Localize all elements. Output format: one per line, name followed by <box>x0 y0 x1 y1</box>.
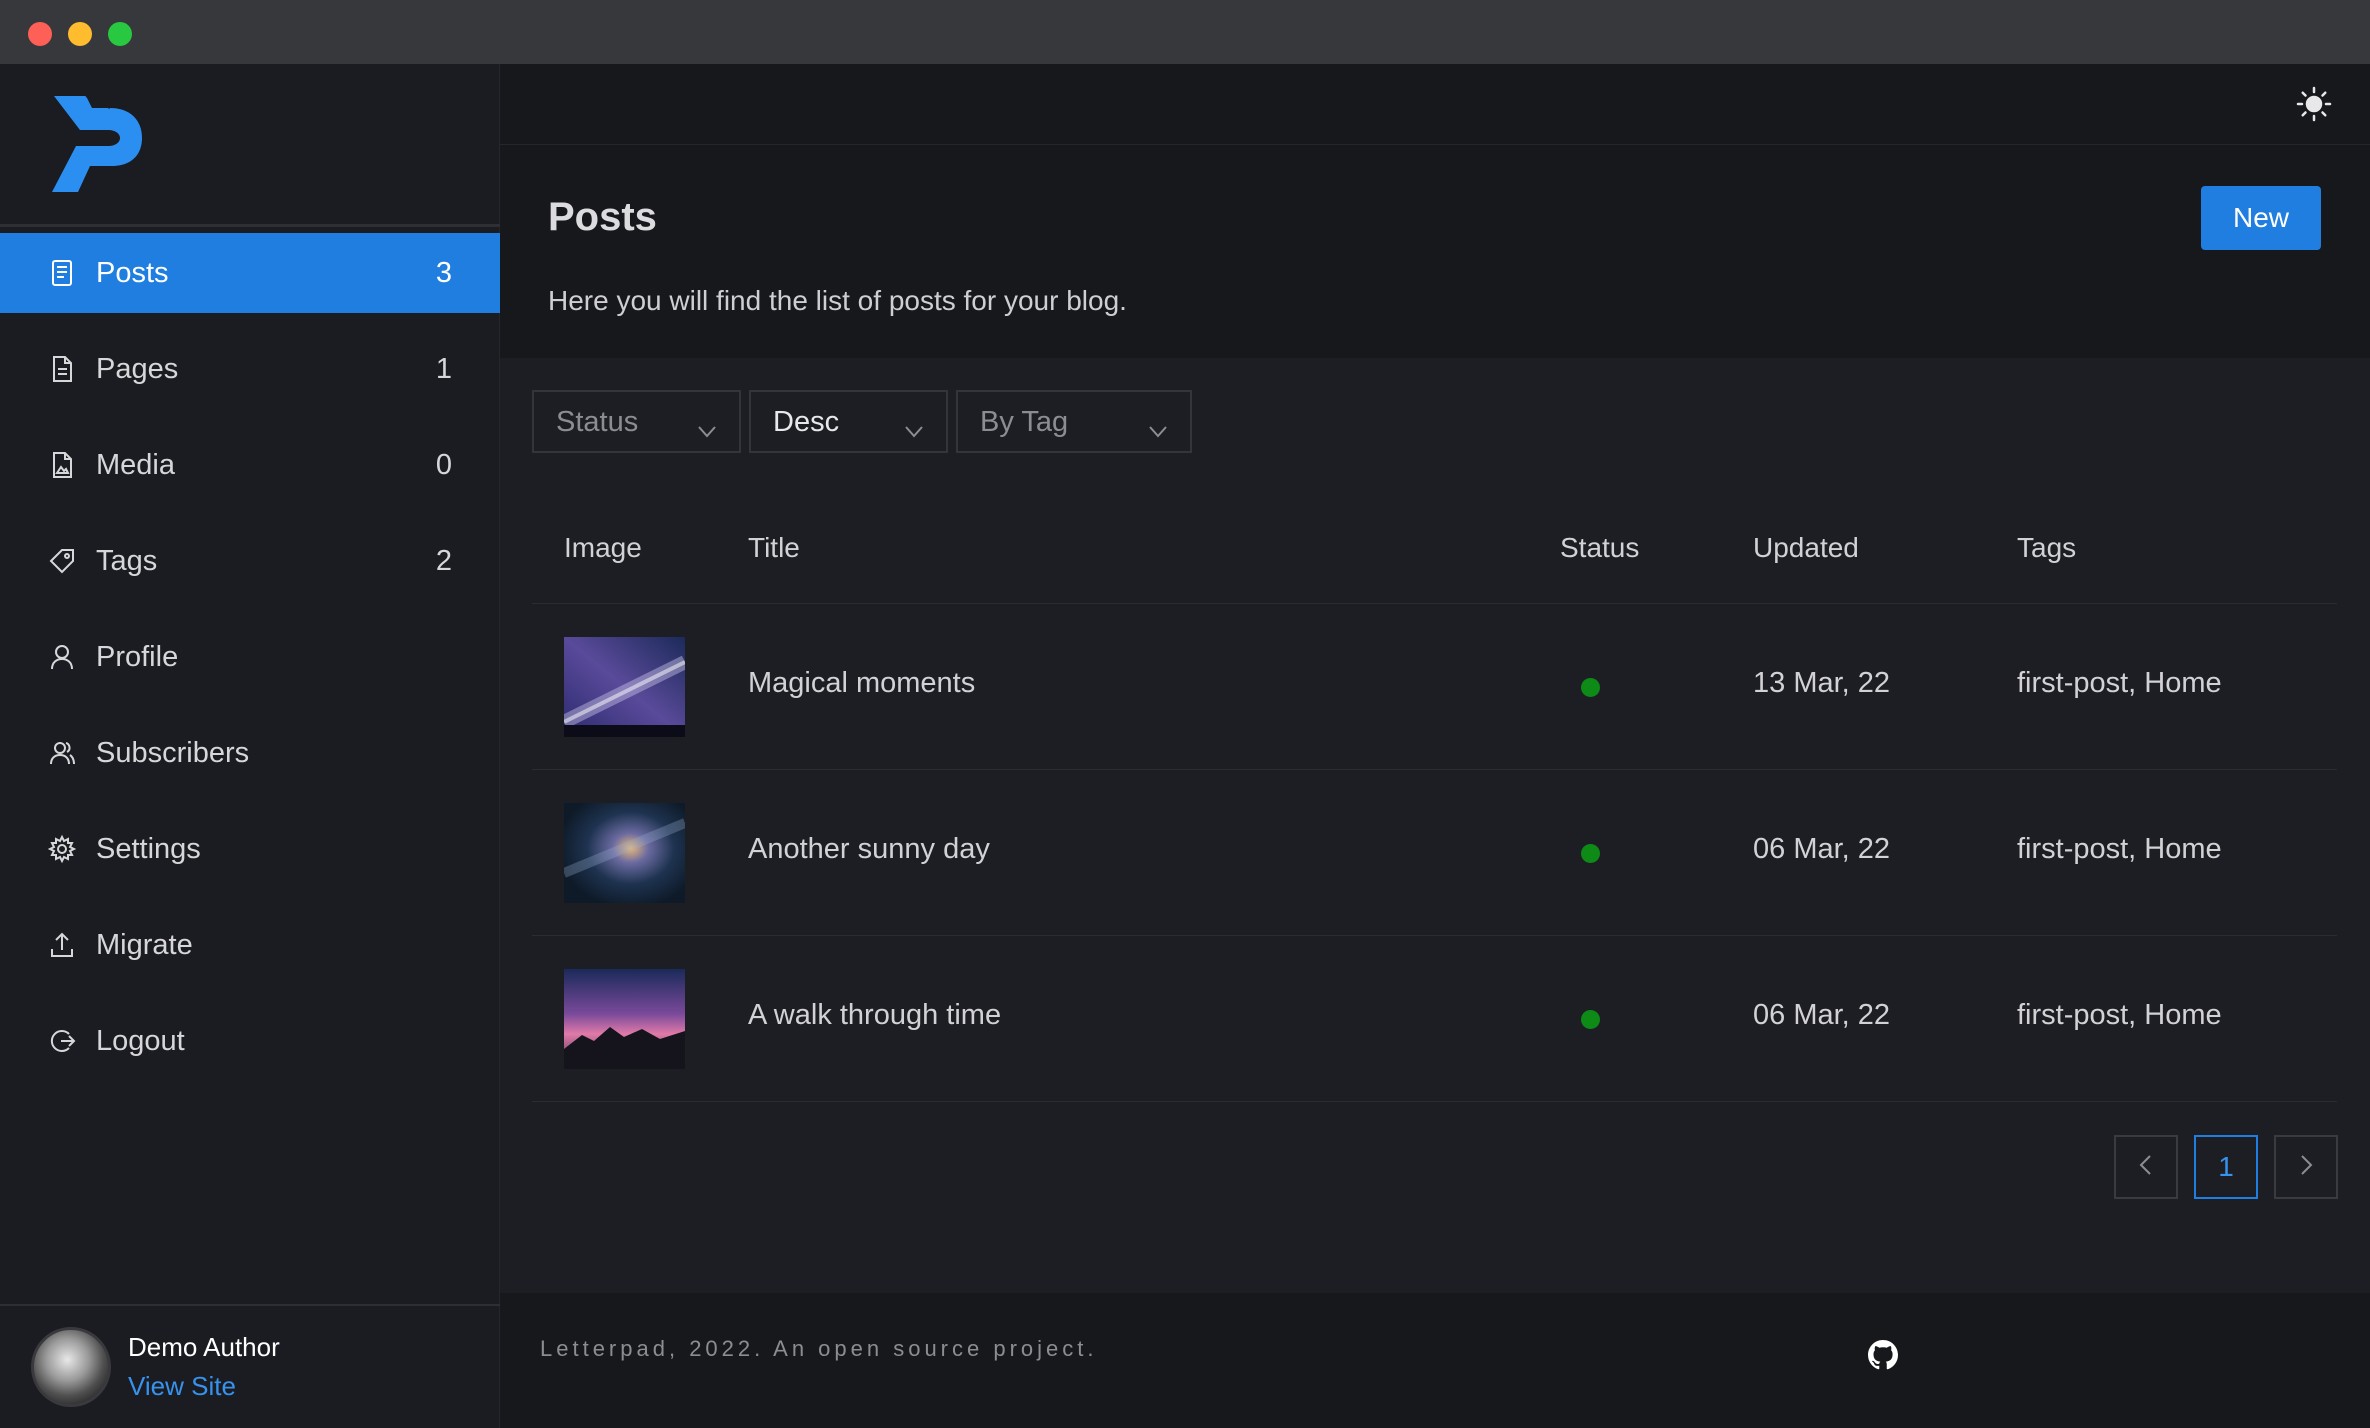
chevron-left-icon <box>2136 1151 2156 1183</box>
sidebar-item-settings[interactable]: Settings <box>0 809 500 889</box>
sidebar-item-count: 0 <box>435 449 452 481</box>
post-thumbnail[interactable] <box>560 637 689 737</box>
chevron-down-icon <box>697 414 717 438</box>
post-title[interactable]: Another sunny day <box>748 833 990 866</box>
column-header-image: Image <box>564 532 642 563</box>
post-title[interactable]: A walk through time <box>748 999 1001 1032</box>
user-icon <box>47 642 77 672</box>
media-icon <box>47 450 77 480</box>
top-bar <box>500 64 2370 145</box>
sidebar-item-label: Pages <box>96 353 179 385</box>
status-filter-select[interactable]: Status <box>532 390 741 453</box>
table-row[interactable]: Another sunny day 06 Mar, 22 first-post,… <box>532 770 2337 936</box>
chevron-right-icon <box>2296 1151 2316 1183</box>
sidebar-item-label: Posts <box>96 257 169 289</box>
sun-icon[interactable] <box>2296 86 2332 122</box>
sidebar-item-logout[interactable]: Logout <box>0 1001 500 1081</box>
column-header-title: Title <box>748 532 800 563</box>
page-icon <box>47 354 77 384</box>
upload-icon <box>47 930 77 960</box>
new-post-button[interactable]: New <box>2201 186 2321 250</box>
column-header-status: Status <box>1560 532 1640 563</box>
post-tags: first-post, Home <box>2017 999 2222 1031</box>
avatar[interactable] <box>31 1327 111 1407</box>
title-bar <box>0 0 2370 64</box>
sidebar-item-media[interactable]: Media 0 <box>0 425 500 505</box>
chevron-down-icon <box>1148 414 1168 438</box>
sidebar-item-label: Settings <box>96 833 201 865</box>
sidebar-item-label: Migrate <box>96 929 193 961</box>
sidebar-item-profile[interactable]: Profile <box>0 617 500 697</box>
app-window: Posts 3 Pages 1 Media 0 Tags 2 Profile S… <box>0 0 2370 1428</box>
order-filter-label: Desc <box>773 406 840 438</box>
maximize-window-button[interactable] <box>108 22 132 46</box>
page-header: Posts Here you will find the list of pos… <box>500 145 2370 358</box>
github-icon[interactable] <box>1868 1340 1898 1370</box>
sidebar-nav: Posts 3 Pages 1 Media 0 Tags 2 Profile S… <box>0 233 500 1097</box>
table-row[interactable]: Magical moments 13 Mar, 22 first-post, H… <box>532 604 2337 770</box>
posts-content: Status Desc By Tag Image Title Status Up… <box>500 358 2370 1293</box>
footer: Letterpad, 2022. An open source project. <box>500 1293 2370 1428</box>
post-updated: 06 Mar, 22 <box>1753 833 1891 865</box>
column-header-updated: Updated <box>1753 532 1859 563</box>
sidebar-item-label: Profile <box>96 641 179 673</box>
sidebar-item-posts[interactable]: Posts 3 <box>0 233 500 313</box>
status-filter-label: Status <box>556 406 639 438</box>
sidebar-item-label: Logout <box>96 1025 185 1057</box>
sidebar: Posts 3 Pages 1 Media 0 Tags 2 Profile S… <box>0 64 500 1428</box>
status-published-indicator <box>1581 1010 1600 1029</box>
sidebar-item-pages[interactable]: Pages 1 <box>0 329 500 409</box>
sidebar-item-count: 2 <box>435 545 452 577</box>
author-name: Demo Author <box>128 1332 280 1362</box>
user-divider <box>0 1304 500 1306</box>
letterpad-logo[interactable] <box>50 94 142 194</box>
status-published-indicator <box>1581 678 1600 697</box>
sidebar-item-migrate[interactable]: Migrate <box>0 905 500 985</box>
tag-filter-select[interactable]: By Tag <box>956 390 1192 453</box>
gear-icon <box>47 834 77 864</box>
sidebar-item-tags[interactable]: Tags 2 <box>0 521 500 601</box>
next-page-button[interactable] <box>2274 1135 2338 1199</box>
page-description: Here you will find the list of posts for… <box>548 285 1127 316</box>
logout-icon <box>47 1026 77 1056</box>
sidebar-item-subscribers[interactable]: Subscribers <box>0 713 500 793</box>
close-window-button[interactable] <box>28 22 52 46</box>
sidebar-item-label: Media <box>96 449 175 481</box>
table-header: Image Title Status Updated Tags <box>532 508 2337 604</box>
post-thumbnail[interactable] <box>564 969 685 1069</box>
sidebar-divider <box>0 224 500 227</box>
order-filter-select[interactable]: Desc <box>749 390 948 453</box>
table-row[interactable]: A walk through time 06 Mar, 22 first-pos… <box>532 936 2337 1102</box>
posts-icon <box>47 258 77 288</box>
page-title: Posts <box>548 195 657 239</box>
column-header-tags: Tags <box>2017 532 2077 563</box>
post-tags: first-post, Home <box>2017 833 2222 865</box>
sidebar-item-label: Tags <box>96 545 158 577</box>
chevron-down-icon <box>904 414 924 438</box>
sidebar-item-count: 3 <box>435 257 452 289</box>
prev-page-button[interactable] <box>2114 1135 2178 1199</box>
post-tags: first-post, Home <box>2017 667 2222 699</box>
post-title[interactable]: Magical moments <box>748 667 975 700</box>
page-1-button[interactable]: 1 <box>2194 1135 2258 1199</box>
sidebar-item-count: 1 <box>435 353 452 385</box>
post-thumbnail[interactable] <box>562 803 687 903</box>
tag-filter-label: By Tag <box>980 406 1069 438</box>
status-published-indicator <box>1581 844 1600 863</box>
sidebar-item-label: Subscribers <box>96 737 250 769</box>
tag-icon <box>47 546 77 576</box>
subscribers-icon <box>47 738 77 768</box>
post-updated: 13 Mar, 22 <box>1753 667 1891 699</box>
footer-text: Letterpad, 2022. An open source project. <box>540 1336 1098 1361</box>
post-updated: 06 Mar, 22 <box>1753 999 1891 1031</box>
minimize-window-button[interactable] <box>68 22 92 46</box>
view-site-link[interactable]: View Site <box>128 1371 236 1402</box>
